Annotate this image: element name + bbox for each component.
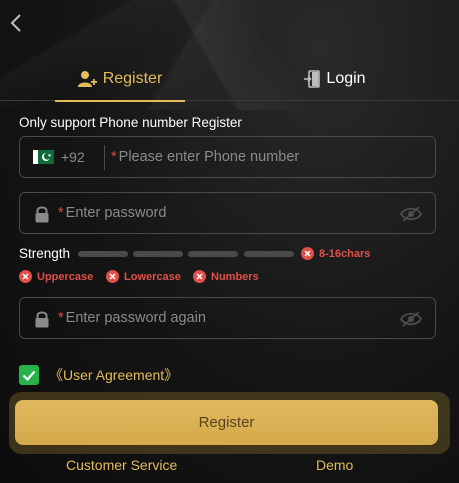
rule-numbers: Numbers — [193, 270, 259, 283]
demo-link[interactable]: Demo — [316, 457, 353, 473]
lock-icon — [35, 206, 49, 223]
x-circle-icon — [106, 270, 119, 283]
country-code[interactable]: +92 — [61, 149, 85, 165]
strength-bar — [133, 251, 183, 257]
strength-bar — [188, 251, 238, 257]
password-confirm-field: * Enter password again — [19, 297, 436, 339]
user-add-icon — [77, 70, 97, 87]
rule-length: 8-16chars — [301, 247, 370, 260]
phone-input[interactable] — [110, 137, 435, 177]
password-field: * Enter password — [19, 192, 436, 234]
password-input[interactable] — [58, 193, 435, 233]
auth-tabs: Register Login — [0, 56, 459, 102]
strength-label: Strength — [19, 246, 71, 261]
field-divider — [104, 145, 105, 170]
register-button[interactable]: Register — [15, 400, 438, 445]
rule-length-label: 8-16chars — [319, 247, 371, 260]
checkmark-icon — [22, 370, 36, 381]
eye-off-icon[interactable] — [400, 311, 422, 327]
login-door-icon — [304, 69, 321, 88]
rule-uppercase-label: Uppercase — [37, 270, 94, 283]
lock-icon — [35, 311, 49, 328]
phone-field: +92 * Please enter Phone number — [19, 136, 436, 178]
rule-lowercase: Lowercase — [106, 270, 181, 283]
tab-login[interactable]: Login — [270, 56, 400, 101]
agreement-row: 《User Agreement》 — [19, 365, 178, 385]
rule-lowercase-label: Lowercase — [124, 270, 181, 283]
agreement-checkbox[interactable] — [19, 365, 39, 385]
rule-numbers-label: Numbers — [211, 270, 259, 283]
tab-login-label: Login — [326, 69, 366, 87]
register-hint: Only support Phone number Register — [19, 115, 242, 130]
rule-uppercase: Uppercase — [19, 270, 93, 283]
user-agreement-link[interactable]: 《User Agreement》 — [49, 365, 178, 385]
strength-bar — [78, 251, 128, 257]
customer-service-link[interactable]: Customer Service — [66, 457, 177, 473]
password-strength: Strength 8-16chars — [19, 245, 439, 263]
tab-register[interactable]: Register — [55, 56, 185, 102]
password-confirm-input[interactable] — [58, 298, 435, 338]
strength-bar — [244, 251, 294, 257]
pakistan-flag-icon[interactable] — [33, 150, 54, 164]
eye-off-icon[interactable] — [400, 206, 422, 222]
back-arrow-icon — [10, 14, 21, 32]
x-circle-icon — [193, 270, 206, 283]
back-button[interactable] — [6, 12, 26, 34]
tab-register-label: Register — [102, 69, 163, 87]
x-circle-icon — [301, 247, 314, 260]
x-circle-icon — [19, 270, 32, 283]
